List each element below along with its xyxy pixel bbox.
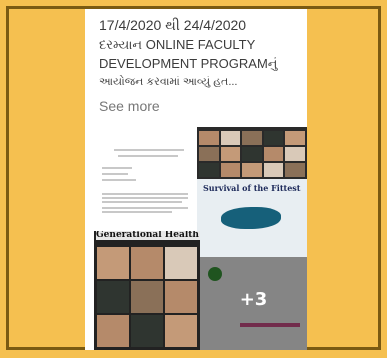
generational-thumbnail[interactable]: Generational Health Cas bbox=[94, 231, 200, 350]
post-line-program: દરમ્યાન ONLINE FACULTY bbox=[99, 37, 256, 52]
more-count-label: +3 bbox=[239, 289, 268, 310]
fish-graphic-icon bbox=[221, 207, 281, 229]
survival-thumbnail-title: Survival of the Fittest bbox=[203, 183, 301, 193]
post-card[interactable]: 17/4/2020 થી 24/4/2020 દરમ્યાન ONLINE FA… bbox=[85, 9, 307, 350]
see-more-link[interactable]: See more bbox=[99, 96, 305, 116]
post-line-dates: 17/4/2020 થી 24/4/2020 bbox=[99, 17, 247, 33]
post-text: 17/4/2020 થી 24/4/2020 દરમ્યાન ONLINE FA… bbox=[99, 16, 305, 116]
generational-thumbnail-title: Generational Health Cas bbox=[96, 231, 200, 240]
post-line-development: DEVELOPMENT PROGRAMનું bbox=[99, 56, 278, 71]
document-thumbnail[interactable] bbox=[94, 137, 198, 229]
more-photos-thumbnail[interactable]: +3 bbox=[200, 257, 307, 350]
post-line-organized: આયોજન કરવામાં આવ્યું હત... bbox=[99, 76, 238, 88]
survival-thumbnail[interactable]: Survival of the Fittest bbox=[197, 179, 307, 257]
video-call-thumbnail[interactable] bbox=[197, 127, 307, 179]
